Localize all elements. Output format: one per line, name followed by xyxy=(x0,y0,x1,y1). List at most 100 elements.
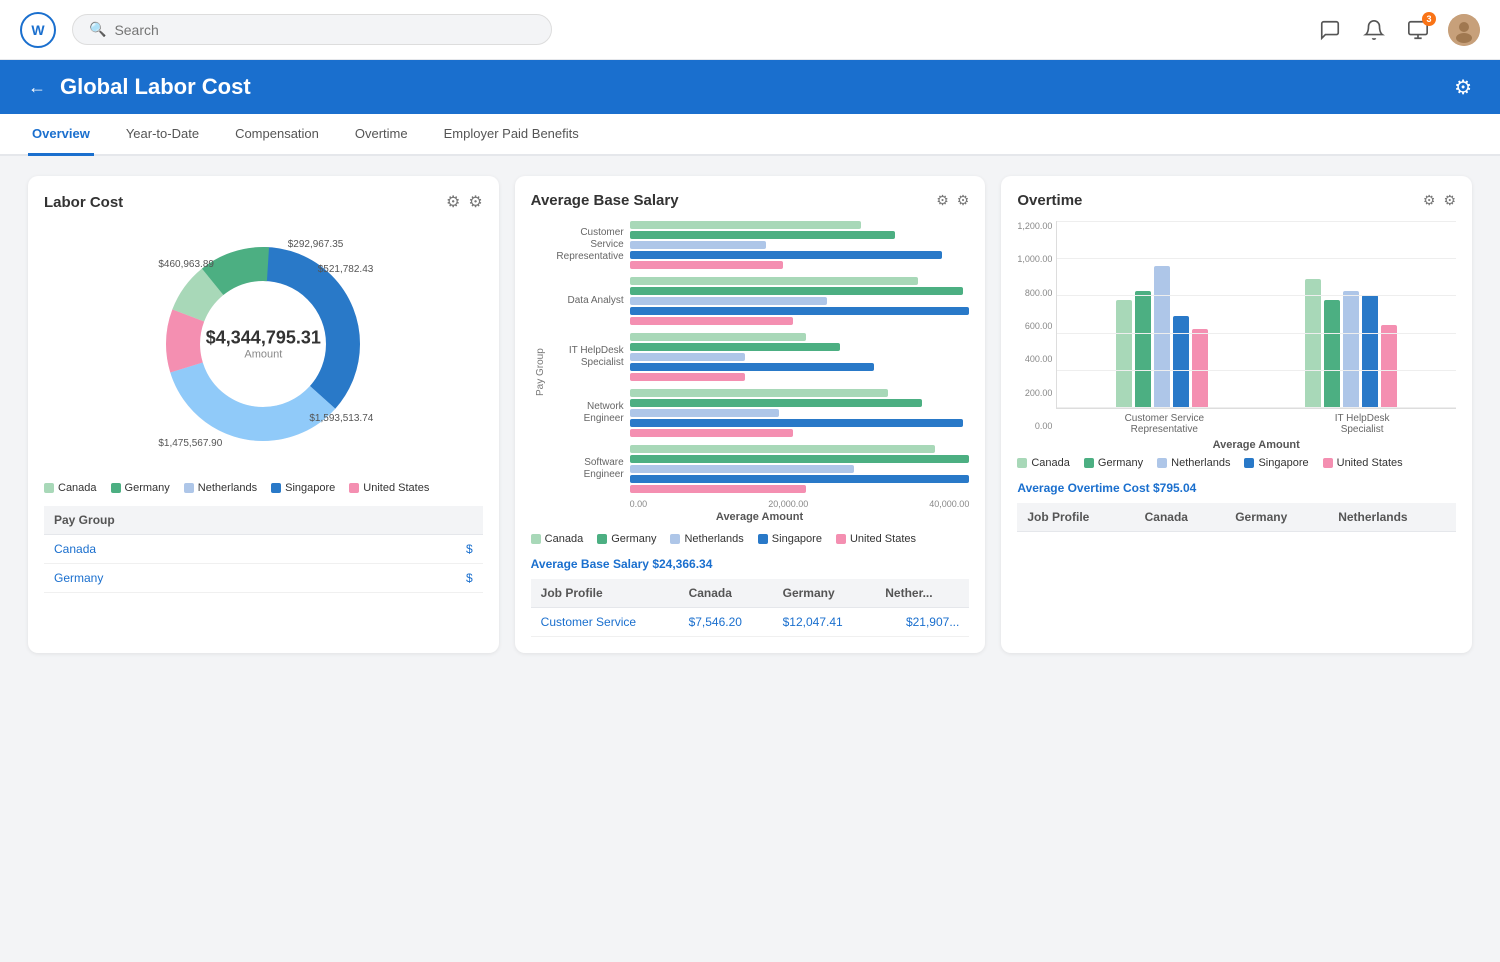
salary-dot-canada xyxy=(531,534,541,544)
segment-label-netherlands: $521,782.43 xyxy=(318,264,374,275)
table-cell-germany[interactable]: Germany xyxy=(44,564,374,593)
salary-dot-netherlands xyxy=(670,534,680,544)
bar-group-csr: Customer ServiceRepresentative xyxy=(550,221,970,269)
bars-se xyxy=(630,445,970,493)
salary-th-germany: Germany xyxy=(773,579,876,608)
main-content: Labor Cost ⚙ ⚙ xyxy=(0,156,1500,673)
settings-button[interactable]: ⚙ xyxy=(1454,75,1472,100)
overtime-group-it xyxy=(1305,279,1397,408)
search-icon: 🔍 xyxy=(89,21,106,38)
filter-icon-salary[interactable]: ⚙ xyxy=(936,192,949,209)
nav-icons: 3 xyxy=(1316,14,1480,46)
donut-center: $4,344,795.31 Amount xyxy=(206,328,321,361)
bars-csr xyxy=(630,221,970,269)
donut-chart: $4,344,795.31 Amount $292,967.35 $521,78… xyxy=(153,234,373,454)
salary-td-germany: $12,047.41 xyxy=(773,608,876,637)
table-cell-canada[interactable]: Canada xyxy=(44,535,374,564)
tabs-bar: Overview Year-to-Date Compensation Overt… xyxy=(0,114,1500,156)
labor-cost-card: Labor Cost ⚙ ⚙ xyxy=(28,176,499,653)
bar-ne-netherlands xyxy=(630,409,779,417)
donut-amount: $4,344,795.31 xyxy=(206,328,321,349)
bar-group-it: IT HelpDeskSpecialist xyxy=(550,333,970,381)
salary-legend: Canada Germany Netherlands Singapore Uni… xyxy=(531,533,970,545)
tab-overtime[interactable]: Overtime xyxy=(351,114,412,156)
bar-ne-us xyxy=(630,429,793,437)
chat-icon[interactable] xyxy=(1316,16,1344,44)
user-avatar[interactable] xyxy=(1448,14,1480,46)
x-axis-ticks: 0.00 20,000.00 40,000.00 xyxy=(550,499,970,509)
bell-icon[interactable] xyxy=(1360,16,1388,44)
bar-csr-netherlands xyxy=(630,241,766,249)
legend-label-germany: Germany xyxy=(125,482,170,494)
salary-td-nether: $21,907... xyxy=(875,608,969,637)
segment-label-germany: $292,967.35 xyxy=(288,239,344,250)
bar-se-canada xyxy=(630,445,936,453)
settings-icon-salary[interactable]: ⚙ xyxy=(957,192,970,209)
labor-cost-actions[interactable]: ⚙ ⚙ xyxy=(446,192,483,212)
bars-it xyxy=(630,333,970,381)
ot-dot-netherlands xyxy=(1157,458,1167,468)
salary-td-profile[interactable]: Customer Service xyxy=(531,608,679,637)
ot-legend-germany: Germany xyxy=(1084,457,1143,469)
salary-chart-area: Customer ServiceRepresentative Data Anal… xyxy=(550,221,970,523)
legend-germany: Germany xyxy=(111,482,170,494)
legend-dot-us xyxy=(349,483,359,493)
salary-dot-us xyxy=(836,534,846,544)
bar-it-germany xyxy=(630,343,841,351)
tab-overview[interactable]: Overview xyxy=(28,114,94,156)
overtime-stat-label: Average Overtime Cost xyxy=(1017,481,1149,495)
ot-th-nether: Netherlands xyxy=(1328,503,1456,532)
x-label-it: IT HelpDeskSpecialist xyxy=(1322,413,1402,435)
tab-employer-paid-benefits[interactable]: Employer Paid Benefits xyxy=(440,114,583,156)
search-bar[interactable]: 🔍 xyxy=(72,14,552,45)
back-button[interactable]: ← xyxy=(28,77,46,98)
bar-ne-canada xyxy=(630,389,888,397)
filter-icon-overtime[interactable]: ⚙ xyxy=(1423,192,1436,209)
filter-icon[interactable]: ⚙ xyxy=(446,192,460,212)
legend-label-canada: Canada xyxy=(58,482,97,494)
salary-th-canada: Canada xyxy=(679,579,773,608)
bar-label-it: IT HelpDeskSpecialist xyxy=(550,345,630,369)
settings-icon[interactable]: ⚙ xyxy=(468,192,482,212)
ot-th-profile: Job Profile xyxy=(1017,503,1134,532)
search-input[interactable] xyxy=(114,22,535,38)
overtime-stat-value: $795.04 xyxy=(1153,481,1196,495)
bar-it-netherlands xyxy=(630,353,745,361)
salary-legend-germany: Germany xyxy=(597,533,656,545)
salary-th-profile: Job Profile xyxy=(531,579,679,608)
bar-label-se: SoftwareEngineer xyxy=(550,457,630,481)
bar-da-canada xyxy=(630,277,919,285)
tab-ytd[interactable]: Year-to-Date xyxy=(122,114,203,156)
table-row: Canada $ xyxy=(44,535,483,564)
bar-group-se: SoftwareEngineer xyxy=(550,445,970,493)
bar-da-netherlands xyxy=(630,297,827,305)
overtime-y-labels: 1,200.00 1,000.00 800.00 600.00 400.00 2… xyxy=(1017,221,1056,451)
bar-ot-csr-netherlands xyxy=(1154,266,1170,408)
bar-se-germany xyxy=(630,455,970,463)
app-logo: W xyxy=(20,12,56,48)
bar-ot-csr-canada xyxy=(1116,300,1132,408)
bar-da-germany xyxy=(630,287,963,295)
overtime-chart-wrap: 1,200.00 1,000.00 800.00 600.00 400.00 2… xyxy=(1017,221,1456,451)
table-row: Germany $ xyxy=(44,564,483,593)
donut-label: Amount xyxy=(206,349,321,361)
avg-salary-actions[interactable]: ⚙ ⚙ xyxy=(936,192,969,209)
inbox-icon[interactable]: 3 xyxy=(1404,16,1432,44)
legend-label-us: United States xyxy=(363,482,429,494)
overtime-bars-area xyxy=(1056,221,1456,409)
legend-dot-germany xyxy=(111,483,121,493)
overtime-actions[interactable]: ⚙ ⚙ xyxy=(1423,192,1456,209)
settings-icon-overtime[interactable]: ⚙ xyxy=(1443,192,1456,209)
bar-it-canada xyxy=(630,333,807,341)
grid-line-2 xyxy=(1057,258,1456,259)
tab-compensation[interactable]: Compensation xyxy=(231,114,323,156)
bar-csr-singapore xyxy=(630,251,942,259)
bar-da-singapore xyxy=(630,307,970,315)
table-row: Customer Service $7,546.20 $12,047.41 $2… xyxy=(531,608,970,637)
bar-group-ne: NetworkEngineer xyxy=(550,389,970,437)
grid-line-1 xyxy=(1057,221,1456,222)
overtime-card: Overtime ⚙ ⚙ 1,200.00 1,000.00 800.00 60… xyxy=(1001,176,1472,653)
salary-x-label: Average Amount xyxy=(550,511,970,523)
bar-da-us xyxy=(630,317,793,325)
bar-ne-singapore xyxy=(630,419,963,427)
